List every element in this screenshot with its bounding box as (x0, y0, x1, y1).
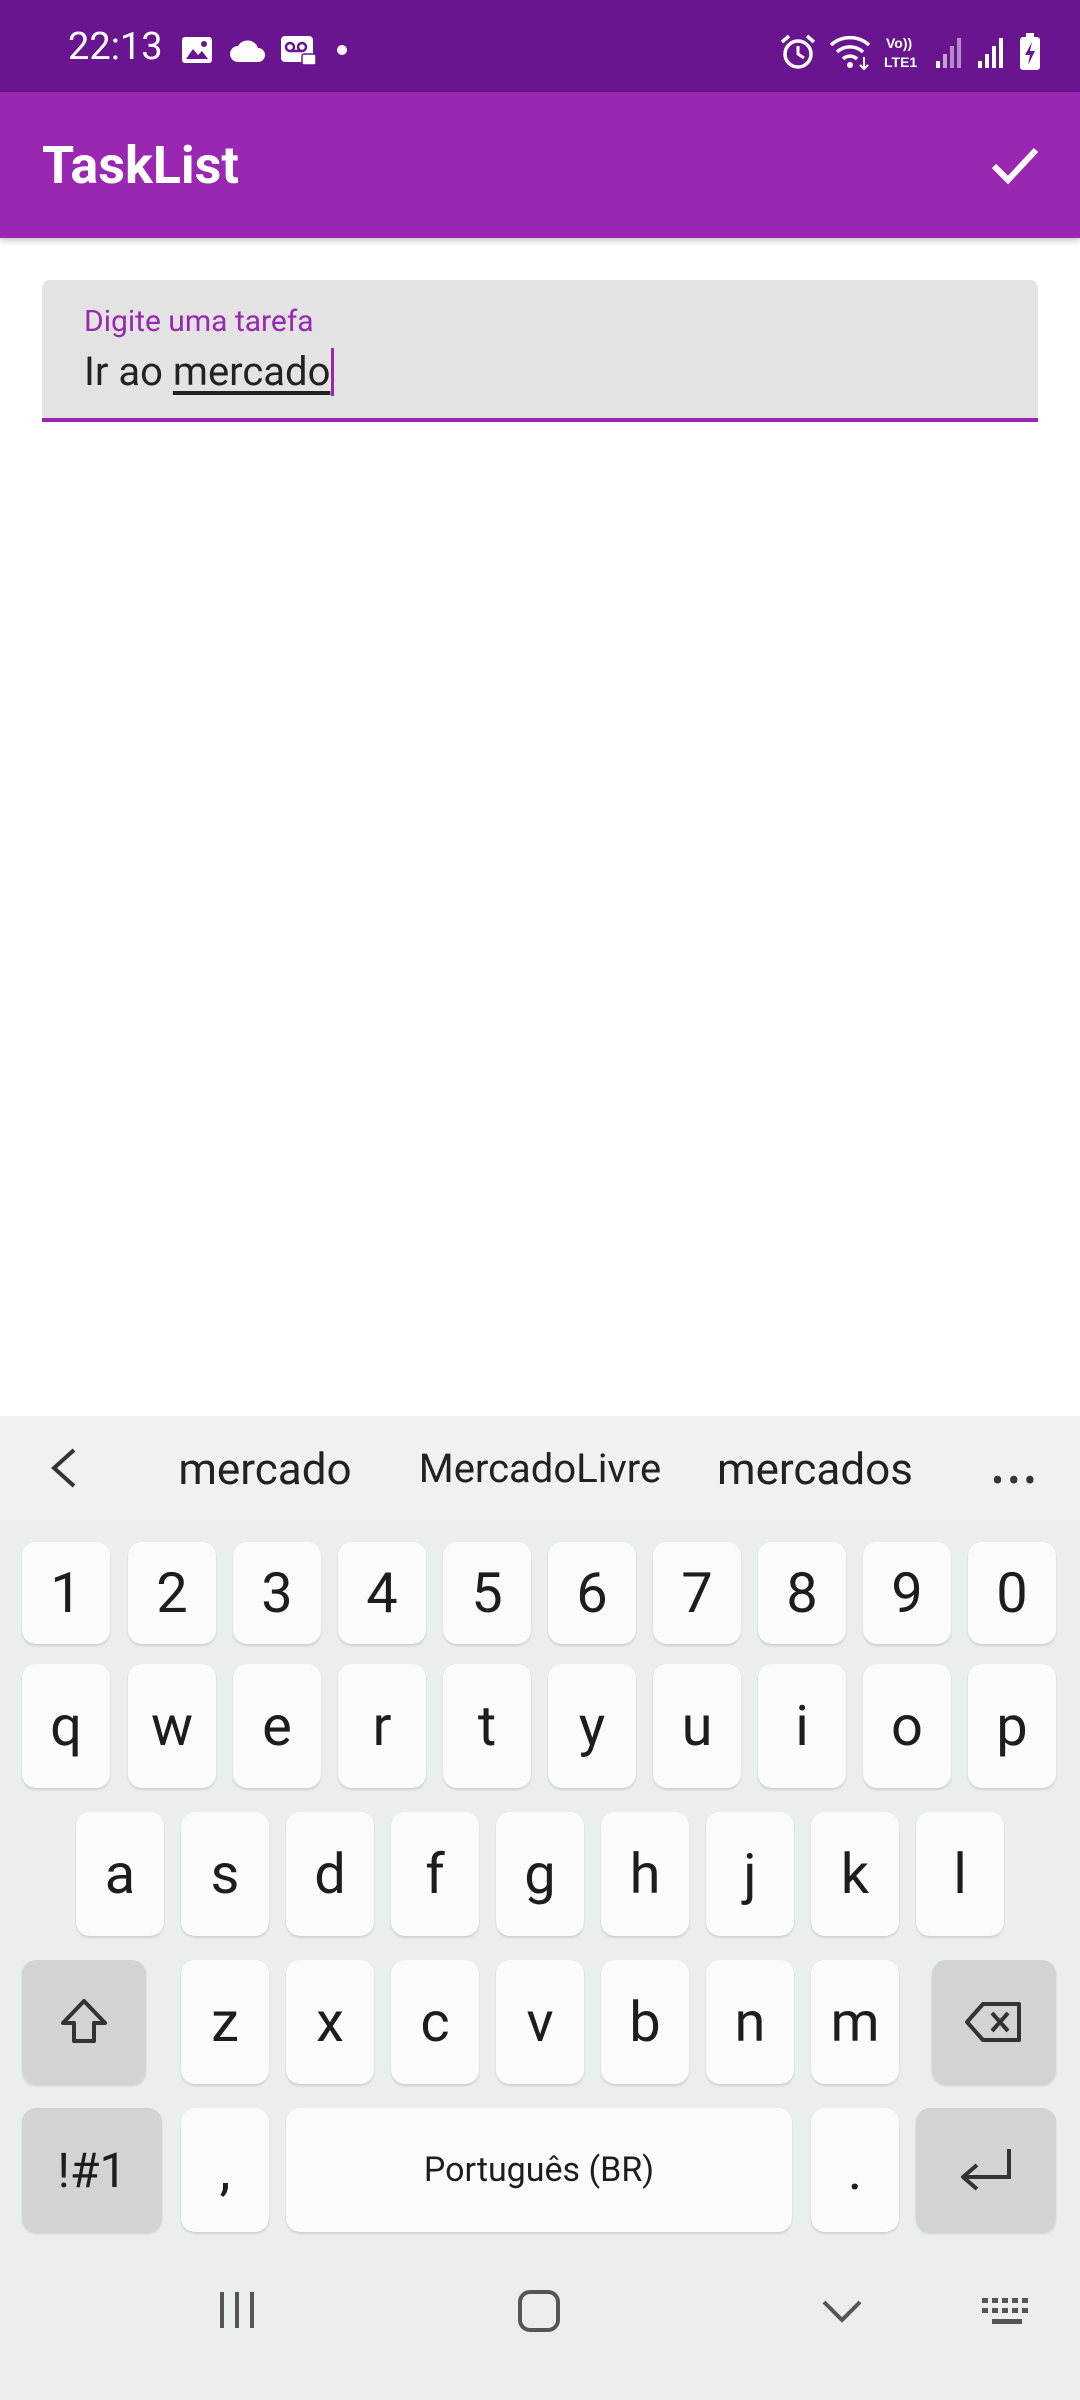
key-h[interactable]: h (601, 1812, 689, 1936)
key-j[interactable]: j (706, 1812, 794, 1936)
image-icon (182, 37, 212, 63)
key-z[interactable]: z (181, 1960, 269, 2084)
enter-key[interactable] (916, 2108, 1056, 2232)
confirm-check-icon[interactable] (986, 136, 1044, 194)
key-i[interactable]: i (758, 1664, 846, 1788)
recent-apps-icon[interactable] (216, 2290, 258, 2330)
dot-icon (337, 45, 347, 55)
key-3[interactable]: 3 (233, 1542, 321, 1644)
key-4[interactable]: 4 (338, 1542, 426, 1644)
space-key[interactable]: Português (BR) (286, 2108, 792, 2232)
system-icons: Vo)) LTE1 (778, 32, 1042, 72)
key-r[interactable]: r (338, 1664, 426, 1788)
key-9[interactable]: 9 (863, 1542, 951, 1644)
volte-icon: Vo)) LTE1 (884, 35, 917, 70)
suggestion-1[interactable]: mercado (150, 1444, 380, 1494)
key-o[interactable]: o (863, 1664, 951, 1788)
key-8[interactable]: 8 (758, 1542, 846, 1644)
key-n[interactable]: n (706, 1960, 794, 2084)
suggestion-2[interactable]: MercadoLivre (400, 1444, 680, 1494)
backspace-icon (965, 2002, 1021, 2042)
text-cursor (331, 348, 335, 396)
chevron-left-icon[interactable] (44, 1446, 84, 1490)
task-input-composing-word: mercado (172, 348, 331, 395)
home-icon[interactable] (516, 2288, 562, 2334)
keyboard-switch-icon[interactable] (980, 2294, 1036, 2330)
suggestion-3[interactable]: mercados (700, 1444, 930, 1494)
key-c[interactable]: c (391, 1960, 479, 2084)
key-u[interactable]: u (653, 1664, 741, 1788)
key-p[interactable]: p (968, 1664, 1056, 1788)
shift-arrow-icon (61, 1999, 107, 2043)
shift-key[interactable] (22, 1960, 146, 2084)
key-w[interactable]: w (128, 1664, 216, 1788)
key-b[interactable]: b (601, 1960, 689, 2084)
key-m[interactable]: m (811, 1960, 899, 2084)
app-title: TaskList (42, 135, 239, 196)
key-f[interactable]: f (391, 1812, 479, 1936)
more-options-icon[interactable]: ••• (992, 1460, 1040, 1502)
period-key[interactable]: . (811, 2108, 899, 2232)
cloud-icon (230, 40, 265, 62)
key-a[interactable]: a (76, 1812, 164, 1936)
key-y[interactable]: y (548, 1664, 636, 1788)
navigation-bar (0, 2240, 1080, 2400)
enter-icon (961, 2149, 1011, 2191)
key-5[interactable]: 5 (443, 1542, 531, 1644)
comma-key[interactable]: , (181, 2108, 269, 2232)
battery-charging-icon (1020, 33, 1040, 70)
chevron-down-icon[interactable] (820, 2296, 864, 2326)
key-7[interactable]: 7 (653, 1542, 741, 1644)
key-1[interactable]: 1 (22, 1542, 110, 1644)
key-x[interactable]: x (286, 1960, 374, 2084)
task-input-value[interactable]: Ir ao mercado (84, 348, 335, 396)
signal-icon-1 (936, 38, 961, 68)
svg-text:Vo)): Vo)) (886, 35, 912, 51)
notification-icons (180, 34, 352, 66)
signal-icon-2 (978, 38, 1003, 68)
key-6[interactable]: 6 (548, 1542, 636, 1644)
suggestion-bar: mercado MercadoLivre mercados ••• (0, 1416, 1080, 1520)
voicemail-icon (281, 36, 317, 66)
backspace-key[interactable] (932, 1960, 1056, 2084)
key-d[interactable]: d (286, 1812, 374, 1936)
key-t[interactable]: t (443, 1664, 531, 1788)
task-input-text: Ir ao (84, 348, 173, 395)
svg-text:LTE1: LTE1 (884, 54, 917, 70)
wifi-icon (829, 35, 871, 71)
key-g[interactable]: g (496, 1812, 584, 1936)
key-q[interactable]: q (22, 1664, 110, 1788)
alarm-icon (780, 34, 816, 69)
task-input-field[interactable]: Digite uma tarefa Ir ao mercado (42, 280, 1038, 422)
status-bar: 22:13 Vo)) LTE1 (0, 0, 1080, 92)
key-0[interactable]: 0 (968, 1542, 1056, 1644)
symbols-key[interactable]: !#1 (22, 2108, 162, 2232)
app-bar: TaskList (0, 92, 1080, 238)
key-l[interactable]: l (916, 1812, 1004, 1936)
key-2[interactable]: 2 (128, 1542, 216, 1644)
key-v[interactable]: v (496, 1960, 584, 2084)
key-e[interactable]: e (233, 1664, 321, 1788)
status-time: 22:13 (68, 25, 163, 69)
task-input-label: Digite uma tarefa (84, 304, 314, 339)
key-k[interactable]: k (811, 1812, 899, 1936)
key-s[interactable]: s (181, 1812, 269, 1936)
